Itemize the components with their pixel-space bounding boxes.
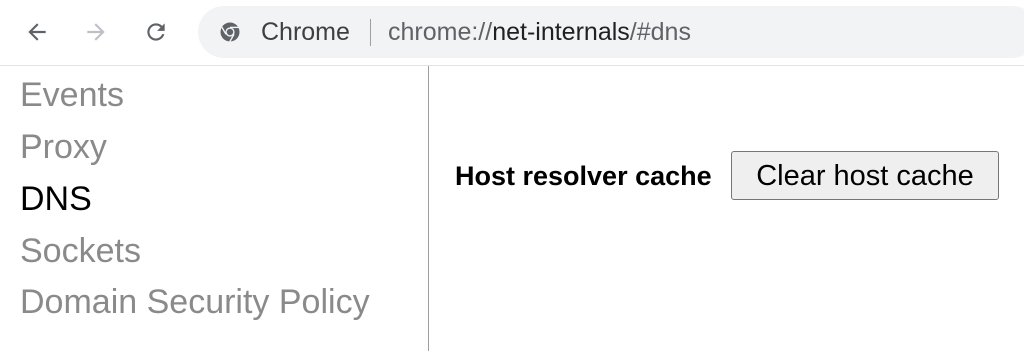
sidebar-item-sockets[interactable]: Sockets [20, 231, 141, 271]
url-host: net-internals [492, 18, 630, 46]
sidebar-nav: Events Proxy DNS Sockets Domain Security… [0, 66, 429, 351]
site-chip-label: Chrome [261, 18, 350, 46]
back-arrow-icon [24, 19, 50, 45]
sidebar-item-dns[interactable]: DNS [20, 179, 92, 219]
forward-button[interactable] [78, 14, 114, 50]
address-bar[interactable]: Chrome chrome://net-internals/#dns [198, 6, 1024, 58]
host-resolver-cache-label: Host resolver cache [455, 161, 712, 191]
url-path: /#dns [629, 18, 691, 46]
sidebar-item-proxy[interactable]: Proxy [20, 127, 107, 167]
url-text[interactable]: chrome://net-internals/#dns [388, 18, 691, 46]
url-scheme: chrome:// [388, 18, 493, 46]
chrome-logo-icon [220, 22, 240, 42]
browser-toolbar: Chrome chrome://net-internals/#dns [0, 0, 1024, 66]
reload-icon [143, 19, 169, 45]
forward-arrow-icon [83, 19, 109, 45]
dns-panel: Host resolver cache Clear host cache [430, 66, 1024, 351]
back-button[interactable] [19, 14, 55, 50]
clear-host-cache-button[interactable]: Clear host cache [731, 151, 999, 200]
sidebar-item-domain-security-policy[interactable]: Domain Security Policy [20, 282, 370, 322]
omnibox-divider [370, 19, 371, 46]
reload-button[interactable] [138, 14, 174, 50]
sidebar-item-events[interactable]: Events [20, 75, 124, 115]
